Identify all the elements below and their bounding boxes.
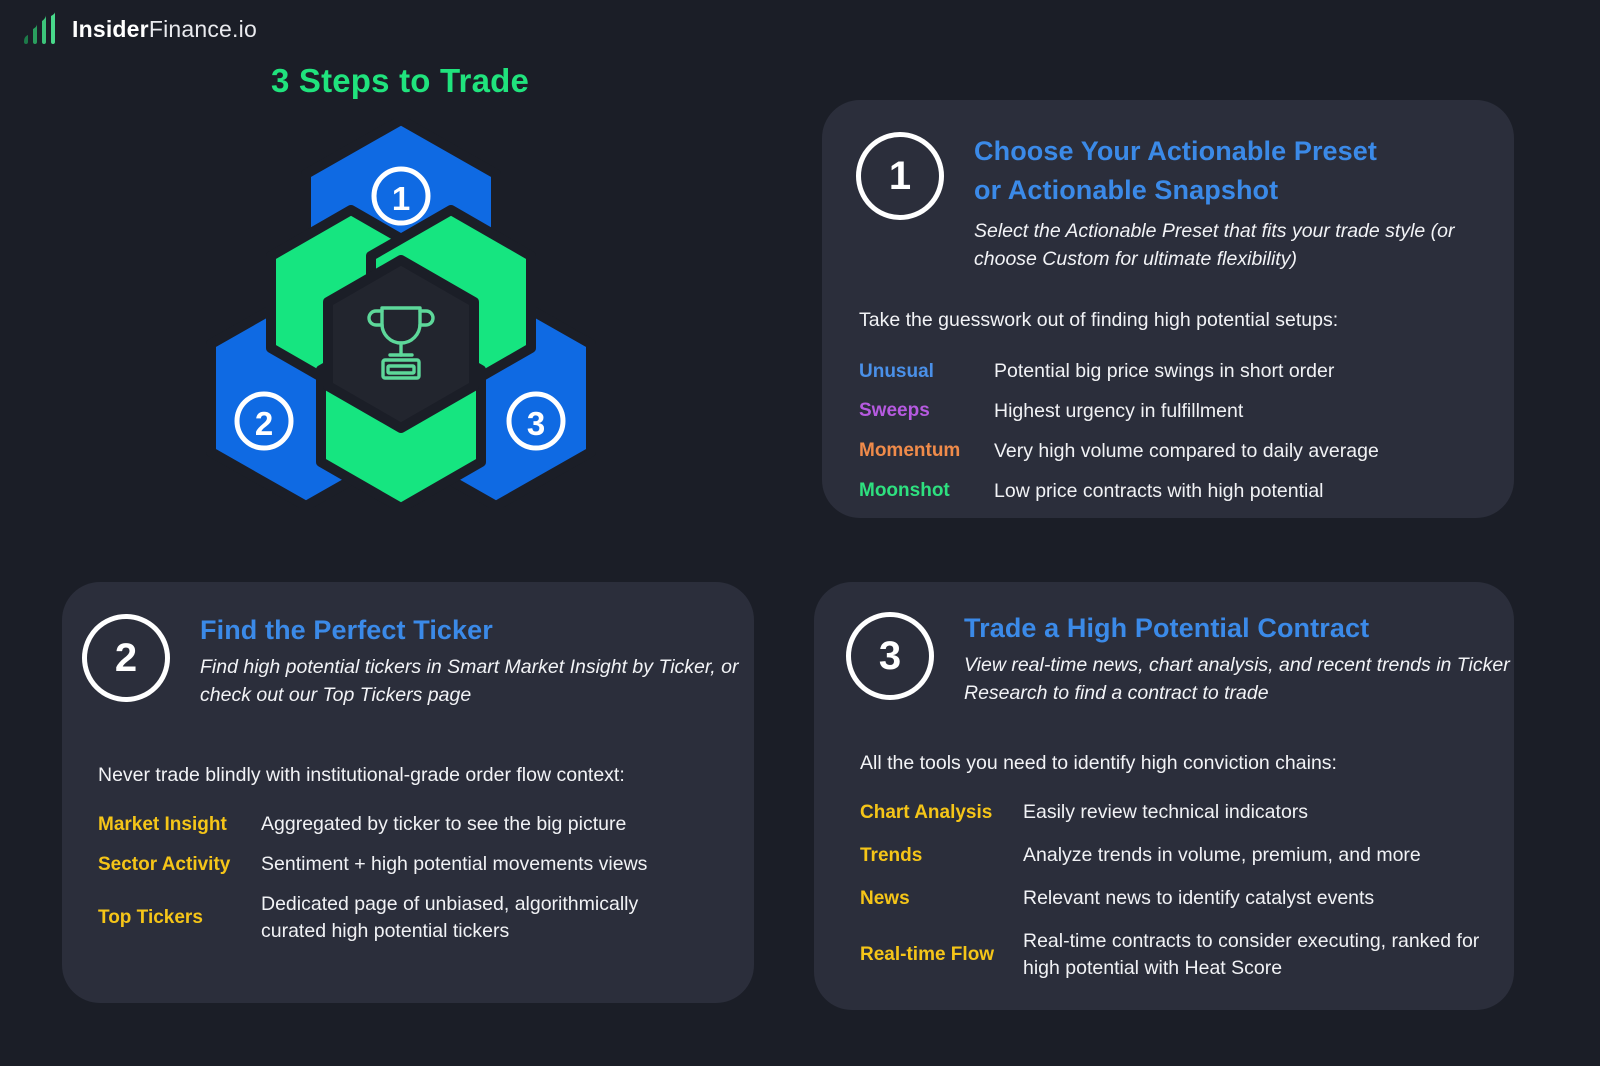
feature-desc: Relevant news to identify catalyst event… xyxy=(1023,886,1375,909)
card-lead-text: Never trade blindly with institutional-g… xyxy=(98,763,625,786)
card-header-text: Choose Your Actionable Preset or Actiona… xyxy=(944,132,1514,274)
card-title-line2: or Actionable Snapshot xyxy=(974,175,1279,206)
step-number-badge: 2 xyxy=(82,614,170,702)
feature-desc: Low price contracts with high potential xyxy=(994,479,1324,502)
svg-text:2: 2 xyxy=(255,405,273,442)
feature-desc: Analyze trends in volume, premium, and m… xyxy=(1023,843,1421,866)
feature-label: Moonshot xyxy=(859,480,950,502)
feature-desc: Very high volume compared to daily avera… xyxy=(994,439,1379,462)
feature-label: Sweeps xyxy=(859,400,930,422)
feature-list: Chart Analysis Easily review technical i… xyxy=(860,799,1514,982)
card-header-text: Trade a High Potential Contract View rea… xyxy=(934,612,1514,708)
feature-row: Top Tickers Dedicated page of unbiased, … xyxy=(98,891,754,945)
card-header-text: Find the Perfect Ticker Find high potent… xyxy=(170,614,740,710)
step-card-1: 1 Choose Your Actionable Preset or Actio… xyxy=(822,100,1514,518)
feature-label: Trends xyxy=(860,844,923,866)
bar-chart-icon xyxy=(24,12,55,44)
feature-row: Moonshot Low price contracts with high p… xyxy=(859,478,1514,505)
feature-row: News Relevant news to identify catalyst … xyxy=(860,885,1514,912)
page-title: 3 Steps to Trade xyxy=(270,62,530,99)
feature-label: Real-time Flow xyxy=(860,943,995,965)
feature-label: Top Tickers xyxy=(98,906,203,928)
feature-label: Momentum xyxy=(859,440,961,462)
card-lead-text: All the tools you need to identify high … xyxy=(860,751,1337,774)
feature-row: Market Insight Aggregated by ticker to s… xyxy=(98,811,754,838)
feature-list: Market Insight Aggregated by ticker to s… xyxy=(98,811,754,945)
feature-row: Momentum Very high volume compared to da… xyxy=(859,438,1514,465)
brand-name-bold: Insider xyxy=(72,15,149,42)
feature-label: Unusual xyxy=(859,360,934,382)
card-title-line1: Choose Your Actionable Preset xyxy=(974,136,1377,166)
feature-desc: Easily review technical indicators xyxy=(1023,801,1309,824)
feature-row: Unusual Potential big price swings in sh… xyxy=(859,358,1514,385)
brand-logo[interactable]: InsiderFinance.io xyxy=(22,12,257,46)
step-card-2: 2 Find the Perfect Ticker Find high pote… xyxy=(62,582,754,1003)
step-card-3: 3 Trade a High Potential Contract View r… xyxy=(814,582,1514,1010)
feature-desc: Dedicated page of unbiased, algorithmica… xyxy=(261,892,639,942)
feature-desc: Real-time contracts to consider executin… xyxy=(1023,929,1480,979)
step-number-badge: 3 xyxy=(846,612,934,700)
card-lead-text: Take the guesswork out of finding high p… xyxy=(859,308,1339,331)
feature-row: Sector Activity Sentiment + high potenti… xyxy=(98,851,754,878)
brand-name-light: Finance.io xyxy=(148,15,257,42)
card-subtitle: Select the Actionable Preset that fits y… xyxy=(974,220,1455,270)
svg-text:1: 1 xyxy=(392,180,410,217)
feature-label: Sector Activity xyxy=(98,853,231,875)
card-header: 1 Choose Your Actionable Preset or Actio… xyxy=(822,100,1514,274)
card-subtitle: Find high potential tickers in Smart Mar… xyxy=(200,656,739,707)
feature-desc: Highest urgency in fulfillment xyxy=(994,399,1244,422)
card-header: 2 Find the Perfect Ticker Find high pote… xyxy=(62,582,754,710)
card-subtitle: View real-time news, chart analysis, and… xyxy=(964,654,1510,705)
card-header: 3 Trade a High Potential Contract View r… xyxy=(814,582,1514,708)
feature-row: Sweeps Highest urgency in fulfillment xyxy=(859,398,1514,425)
svg-text:3: 3 xyxy=(527,405,545,442)
feature-desc: Potential big price swings in short orde… xyxy=(994,359,1335,382)
card-title: Find the Perfect Ticker xyxy=(200,615,493,645)
feature-row: Trends Analyze trends in volume, premium… xyxy=(860,842,1514,869)
feature-label: Market Insight xyxy=(98,813,227,835)
hexagon-diagram: 1 2 3 xyxy=(196,118,606,508)
feature-row: Real-time Flow Real-time contracts to co… xyxy=(860,928,1514,982)
feature-desc: Aggregated by ticker to see the big pict… xyxy=(261,813,627,836)
card-title: Trade a High Potential Contract xyxy=(964,613,1370,643)
feature-row: Chart Analysis Easily review technical i… xyxy=(860,799,1514,826)
hexagon-diagram-svg: 1 2 3 xyxy=(206,118,596,508)
card-title: Choose Your Actionable Preset or Actiona… xyxy=(974,132,1514,210)
step-number-badge: 1 xyxy=(856,132,944,220)
feature-desc: Sentiment + high potential movements vie… xyxy=(261,852,648,875)
feature-label: News xyxy=(860,887,910,909)
feature-label: Chart Analysis xyxy=(860,801,993,823)
feature-list: Unusual Potential big price swings in sh… xyxy=(859,358,1514,505)
brand-name: InsiderFinance.io xyxy=(72,16,257,43)
